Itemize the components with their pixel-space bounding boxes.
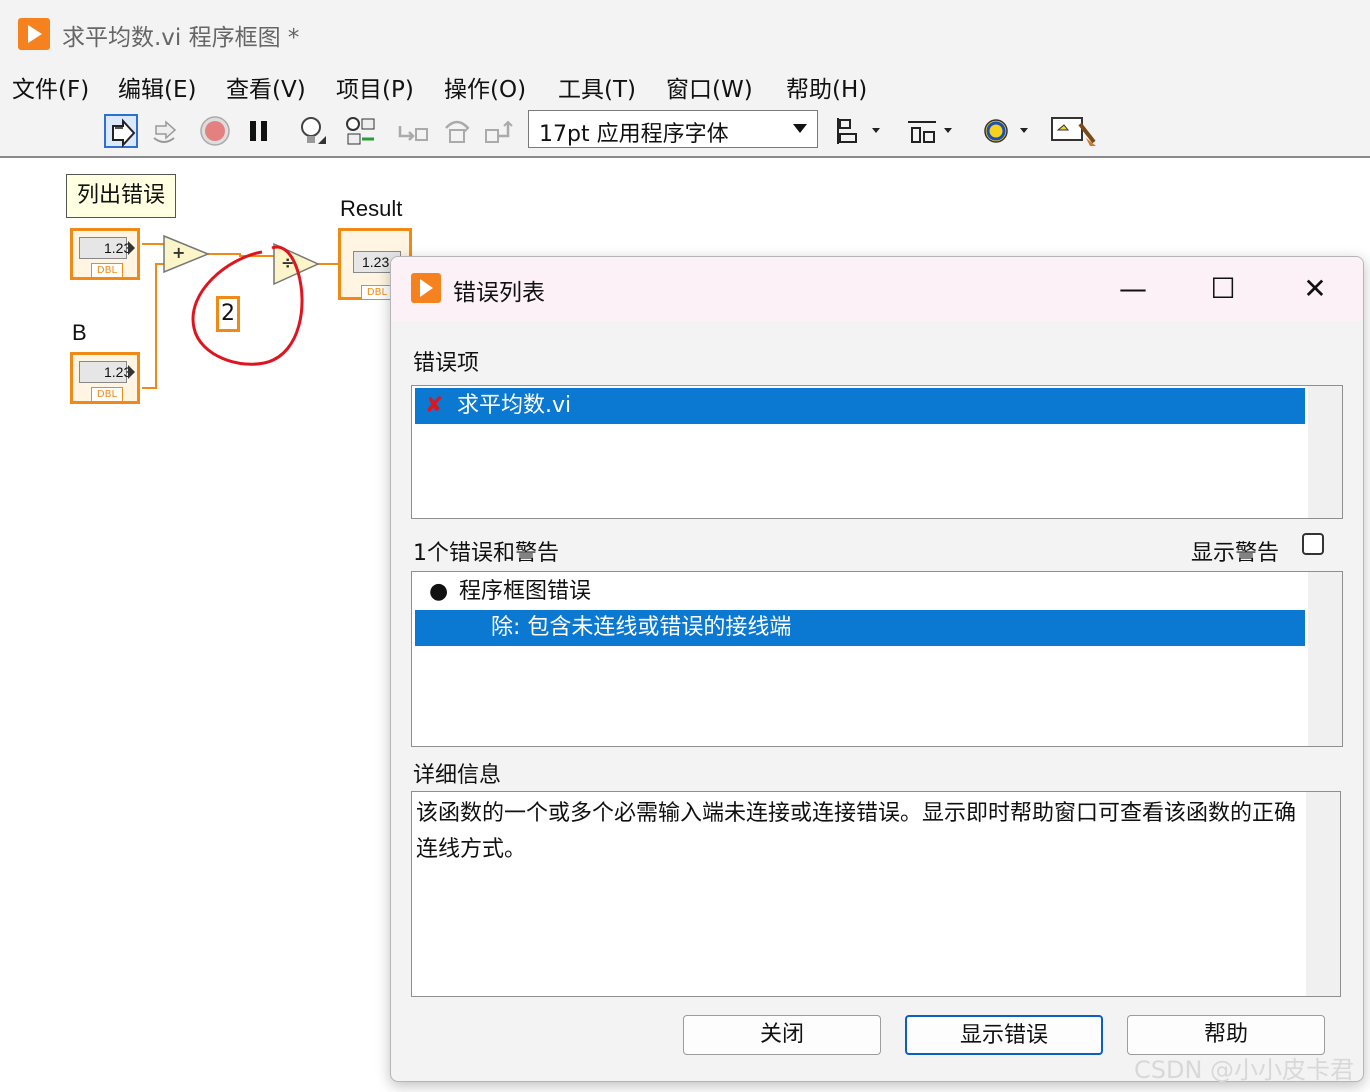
details-textbox[interactable]: 该函数的一个或多个必需输入端未连接或连接错误。显示即时帮助窗口可查看该函数的正确… [411,791,1341,997]
list-item[interactable]: ● 程序框图错误 [415,574,1305,610]
font-select-value: 17pt 应用程序字体 [539,122,729,147]
scrollbar[interactable] [1308,386,1342,518]
error-items-list[interactable]: ✘ 求平均数.vi [411,385,1343,519]
menu-view[interactable]: 查看(V) [226,70,306,104]
close-button[interactable]: 关闭 [683,1015,881,1055]
add-node[interactable] [163,234,210,274]
bullet-icon: ● [429,579,449,604]
menu-help[interactable]: 帮助(H) [786,70,867,104]
dbl-badge: DBL [361,285,393,300]
error-list-dialog: 错误列表 — ☐ ✕ 错误项 ✘ 求平均数.vi 1个错误和警告 显示警告 ● … [390,256,1364,1082]
list-item[interactable]: 除: 包含未连线或错误的接线端 [415,610,1305,646]
align-objects-icon[interactable] [836,114,886,148]
step-over-icon[interactable] [440,114,474,148]
abort-icon[interactable] [198,114,232,148]
distribute-objects-icon[interactable] [906,114,958,148]
details-text: 该函数的一个或多个必需输入端未连接或连接错误。显示即时帮助窗口可查看该函数的正确… [416,801,1297,862]
list-item[interactable]: ✘ 求平均数.vi [415,388,1305,424]
dbl-badge: DBL [91,263,123,278]
maximize-icon[interactable]: ☐ [1203,271,1243,307]
errors-warnings-list[interactable]: ● 程序框图错误 除: 包含未连线或错误的接线端 [411,571,1343,747]
toolbar: 17pt 应用程序字体 [0,104,1370,158]
list-item-label: 求平均数.vi [457,393,572,418]
help-button[interactable]: 帮助 [1127,1015,1325,1055]
title-bar: 求平均数.vi 程序框图 * [0,0,1370,64]
label-result: Result [340,196,403,221]
terminal-value: 1.23 [362,254,390,270]
numeric-display: 1.23 [79,237,131,259]
run-arrow-icon[interactable] [104,114,138,148]
menu-file[interactable]: 文件(F) [12,70,89,104]
error-items-label: 错误项 [413,351,480,376]
pause-icon[interactable] [242,114,276,148]
menu-edit[interactable]: 编辑(E) [118,70,196,104]
step-into-icon[interactable] [396,114,430,148]
show-warnings-label: 显示警告 [1191,541,1280,566]
window-title: 求平均数.vi 程序框图 * [62,25,300,51]
watermark: CSDN @小小皮卡君 [1134,1056,1355,1084]
menu-tools[interactable]: 工具(T) [558,70,636,104]
numeric-display: 1.23 [79,361,131,383]
list-item-label: 程序框图错误 [459,579,592,604]
reorder-icon[interactable] [980,114,1036,148]
show-warnings-checkbox[interactable] [1302,533,1324,555]
scrollbar[interactable] [1306,792,1340,996]
output-arrow-icon [128,241,135,255]
highlight-execution-icon[interactable] [294,114,328,148]
dbl-badge: DBL [91,387,123,402]
add-symbol: + [172,243,186,262]
label-b: B [72,320,87,345]
list-item-label: 除: 包含未连线或错误的接线端 [491,615,792,640]
minimize-icon[interactable]: — [1113,271,1153,307]
tooltip-list-errors: 列出错误 [66,174,176,218]
run-continuously-icon[interactable] [148,114,182,148]
output-arrow-icon [128,365,135,379]
retain-wire-values-icon[interactable] [344,114,378,148]
show-error-button[interactable]: 显示错误 [905,1015,1103,1055]
terminal-a[interactable]: 1.23 DBL [70,228,140,280]
chevron-down-icon [793,124,807,133]
menu-project[interactable]: 项目(P) [336,70,414,104]
error-count-label: 1个错误和警告 [413,541,559,566]
menu-bar: 文件(F) 编辑(E) 查看(V) 项目(P) 操作(O) 工具(T) 窗口(W… [0,64,1370,104]
labview-logo-icon [18,18,50,50]
details-label: 详细信息 [413,763,502,788]
font-select[interactable]: 17pt 应用程序字体 [528,110,818,148]
dialog-title: 错误列表 [453,280,545,306]
numeric-constant[interactable]: 2 [216,296,240,332]
menu-operate[interactable]: 操作(O) [444,70,526,104]
terminal-b[interactable]: 1.23 DBL [70,352,140,404]
scrollbar[interactable] [1308,572,1342,746]
divide-symbol: ÷ [281,253,295,272]
step-out-icon[interactable] [482,114,516,148]
clean-up-diagram-icon[interactable] [1050,114,1098,148]
menu-window[interactable]: 窗口(W) [666,70,753,104]
labview-logo-icon [411,273,441,303]
dialog-title-bar: 错误列表 — ☐ ✕ [391,257,1363,321]
error-x-icon: ✘ [425,393,444,418]
close-icon[interactable]: ✕ [1295,271,1335,307]
